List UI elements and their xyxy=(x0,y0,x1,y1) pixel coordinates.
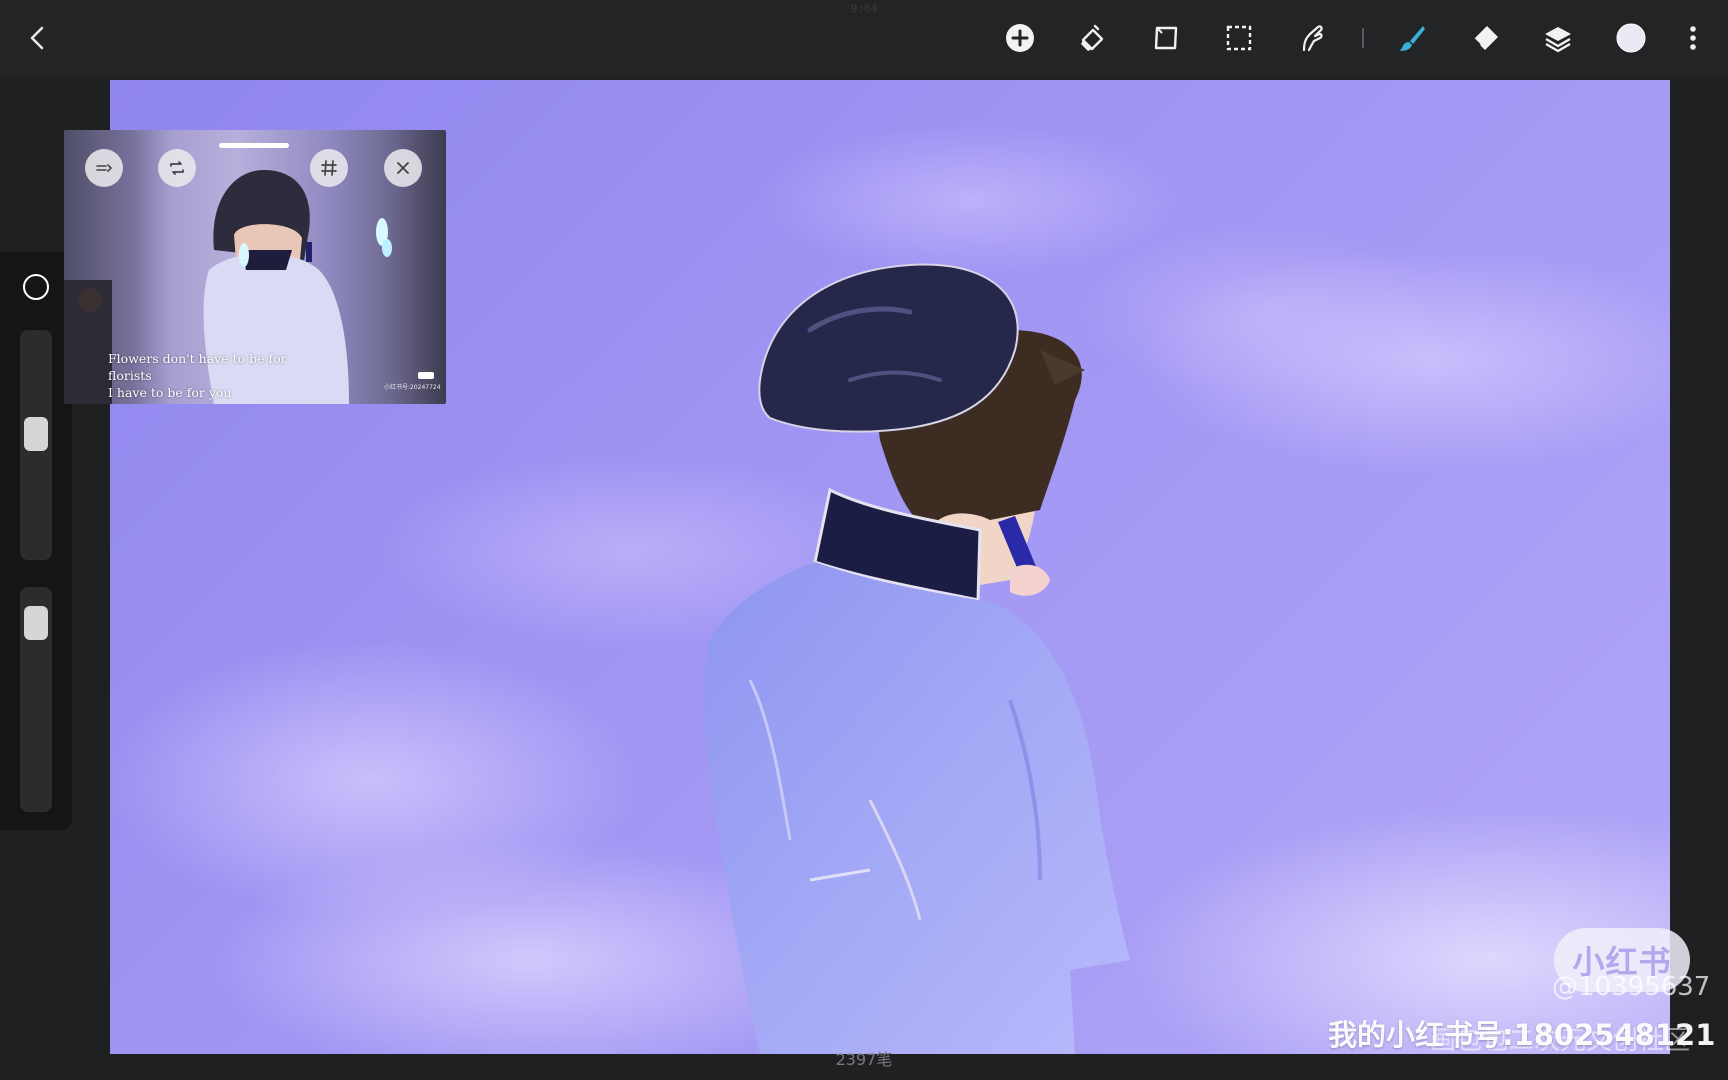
watermark-account: 我的小红书号:1802548121 xyxy=(1328,1018,1716,1052)
reference-window[interactable]: Flowers don't have to be for florists I … xyxy=(64,130,446,404)
eraser-icon xyxy=(1473,26,1498,50)
watermark-user-id: @10395637 xyxy=(1552,972,1711,1002)
chevron-left-icon xyxy=(30,26,44,50)
status-text: 9:04 xyxy=(850,2,878,15)
vertical-dots-icon xyxy=(1690,26,1696,50)
caption-line: Flowers don't have to be for xyxy=(108,351,287,366)
reference-watermark: 小红书号:20247724 xyxy=(384,384,441,391)
smudge-button[interactable] xyxy=(1292,18,1332,58)
brush-button[interactable] xyxy=(1392,18,1432,58)
caption-line: I have to be for you xyxy=(108,385,232,400)
reference-caption: Flowers don't have to be for florists I … xyxy=(108,350,287,401)
reference-grid-button[interactable] xyxy=(310,149,348,187)
magic-wand-icon xyxy=(1081,24,1104,51)
toolbar-separator xyxy=(1362,28,1364,48)
brush-opacity-slider[interactable] xyxy=(20,587,52,812)
hash-icon xyxy=(321,160,337,176)
reference-flip-button[interactable] xyxy=(158,149,196,187)
top-toolbar: 9:04 xyxy=(0,0,1728,76)
selection-button[interactable] xyxy=(1219,18,1259,58)
left-sidebar xyxy=(0,252,72,830)
back-button[interactable] xyxy=(18,18,58,58)
eraser-button[interactable] xyxy=(1465,18,1505,58)
selection-icon xyxy=(1226,25,1252,51)
add-button[interactable] xyxy=(1000,18,1040,58)
reference-watermark-badge xyxy=(418,372,434,379)
reference-drag-handle[interactable] xyxy=(219,143,289,148)
layers-button[interactable] xyxy=(1538,18,1578,58)
reference-close-button[interactable] xyxy=(384,149,422,187)
repeat-icon xyxy=(170,161,184,175)
brush-icon xyxy=(1399,26,1425,51)
finger-icon xyxy=(1302,25,1323,52)
reference-options-button[interactable] xyxy=(85,149,123,187)
color-button[interactable] xyxy=(1611,18,1651,58)
modify-button[interactable] xyxy=(23,274,49,300)
transform-button[interactable] xyxy=(1146,18,1186,58)
transform-icon xyxy=(1154,26,1178,50)
lines-icon xyxy=(96,164,113,172)
brush-size-thumb[interactable] xyxy=(24,416,48,451)
caption-line: florists xyxy=(108,368,152,383)
adjustments-button[interactable] xyxy=(1073,18,1113,58)
brush-opacity-thumb[interactable] xyxy=(24,605,48,640)
color-swatch xyxy=(1616,23,1646,53)
more-button[interactable] xyxy=(1673,18,1713,58)
layers-icon xyxy=(1545,27,1571,53)
close-icon xyxy=(397,162,409,174)
plus-circle-icon xyxy=(1006,24,1034,52)
brush-size-slider[interactable] xyxy=(20,330,52,560)
